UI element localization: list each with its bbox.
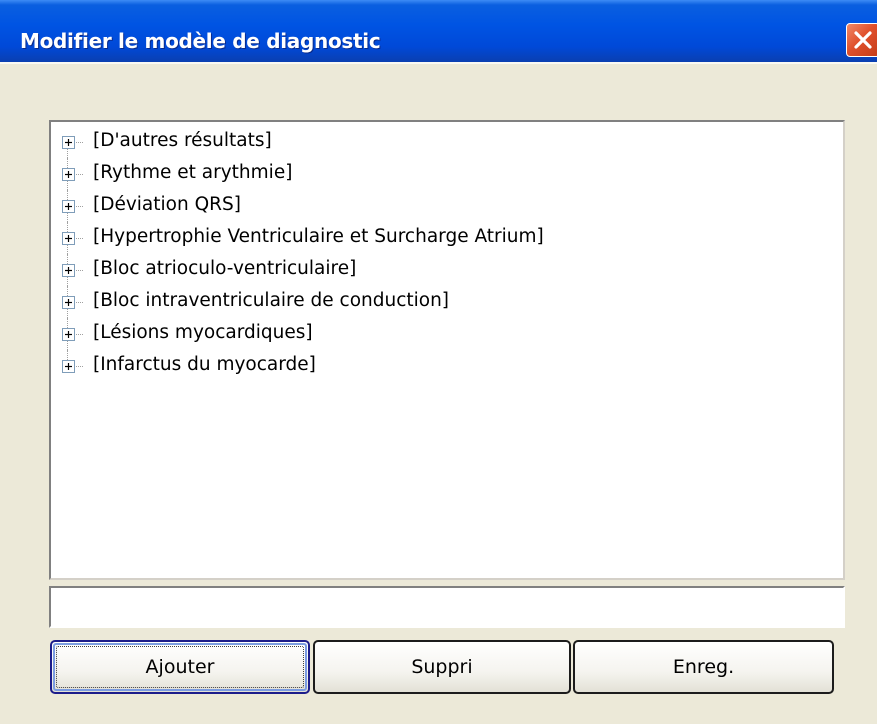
close-icon [854, 31, 872, 49]
tree-connector-branch [74, 366, 83, 367]
tree-item[interactable]: [Hypertrophie Ventriculaire et Surcharge… [51, 222, 831, 254]
plus-box-icon[interactable] [62, 200, 75, 213]
tree-item-label: [Hypertrophie Ventriculaire et Surcharge… [93, 226, 544, 247]
tree-item[interactable]: [Infarctus du myocarde] [51, 350, 831, 382]
delete-button-label: Suppri [411, 656, 473, 678]
tree-connector-branch [74, 142, 83, 143]
tree-item[interactable]: [Déviation QRS] [51, 190, 831, 222]
plus-box-icon[interactable] [62, 168, 75, 181]
close-button[interactable] [846, 23, 877, 57]
add-button-label: Ajouter [145, 656, 215, 678]
tree-connector-branch [74, 302, 83, 303]
tree-item-label: [Bloc atrioculo-ventriculaire] [93, 258, 357, 279]
tree-item[interactable]: [D'autres résultats] [51, 126, 831, 158]
tree-item-label: [Déviation QRS] [93, 194, 241, 215]
dialog-window: Modifier le modèle de diagnostic [D'autr… [0, 0, 877, 724]
tree-item[interactable]: [Bloc intraventriculaire de conduction] [51, 286, 831, 318]
plus-box-icon[interactable] [62, 328, 75, 341]
window-title: Modifier le modèle de diagnostic [20, 29, 381, 53]
tree-item-label: [Infarctus du myocarde] [93, 354, 316, 375]
tree-item[interactable]: [Rythme et arythmie] [51, 158, 831, 190]
save-button[interactable]: Enreg. [573, 640, 834, 694]
tree-connector-line [67, 148, 69, 158]
tree-connector-line [67, 350, 69, 360]
plus-box-icon[interactable] [62, 360, 75, 373]
save-button-label: Enreg. [672, 656, 735, 678]
tree-connector-branch [74, 206, 83, 207]
tree-item-label: [D'autres résultats] [93, 130, 272, 151]
tree-item-label: [Rythme et arythmie] [93, 162, 293, 183]
add-button[interactable]: Ajouter [50, 640, 310, 694]
plus-box-icon[interactable] [62, 264, 75, 277]
tree-connector-branch [74, 270, 83, 271]
plus-box-icon[interactable] [62, 296, 75, 309]
tree-connector-branch [74, 334, 83, 335]
title-bar[interactable]: Modifier le modèle de diagnostic [0, 0, 877, 62]
tree-item-label: [Lésions myocardiques] [93, 322, 313, 343]
tree-connector-branch [74, 174, 83, 175]
tree-connector-branch [74, 238, 83, 239]
tree-item[interactable]: [Bloc atrioculo-ventriculaire] [51, 254, 831, 286]
plus-box-icon[interactable] [62, 232, 75, 245]
title-divider [0, 62, 877, 64]
tree-item[interactable]: [Lésions myocardiques] [51, 318, 831, 350]
plus-box-icon[interactable] [62, 136, 75, 149]
tree-item-label: [Bloc intraventriculaire de conduction] [93, 290, 450, 311]
delete-button[interactable]: Suppri [313, 640, 571, 694]
diagnostic-tree[interactable]: [D'autres résultats] [Rythme et arythmie]… [49, 120, 845, 580]
diagnostic-text-input[interactable] [49, 586, 845, 628]
